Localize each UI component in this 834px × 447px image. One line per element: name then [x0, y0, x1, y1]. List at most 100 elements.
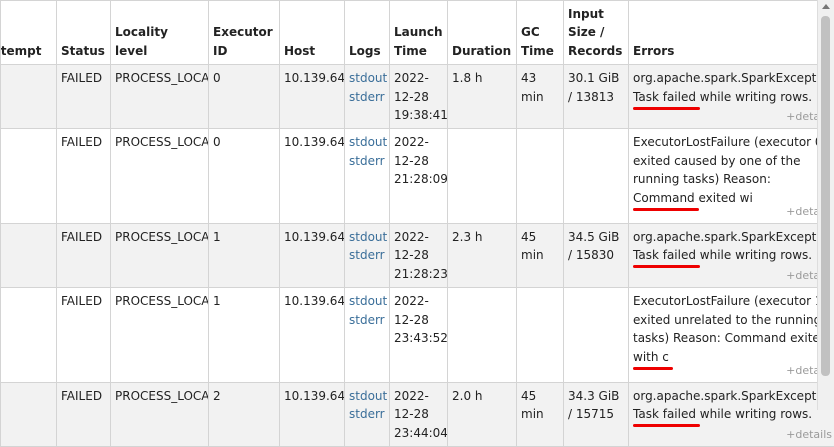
host-cell: 10.139.64.5 [280, 129, 345, 224]
logs-cell: stdoutstderr [345, 288, 390, 383]
header-label: Logs [349, 44, 381, 58]
host-cell: 10.139.64.5 [280, 382, 345, 446]
header-label: Host [284, 44, 315, 58]
tasks-table: ttempt Status Locality level Executor ID… [0, 0, 834, 447]
error-text-part: org.apache.spark.SparkException: [633, 71, 834, 85]
executor-id-cell: 1 [209, 224, 280, 288]
col-header-executor[interactable]: Executor ID [209, 1, 280, 65]
header-label: Input Size / Records [568, 7, 622, 58]
table-row: FAILED PROCESS_LOCAL 1 10.139.64.5 stdou… [1, 224, 834, 288]
scroll-up-icon[interactable] [822, 4, 830, 9]
col-header-logs[interactable]: Logs [345, 1, 390, 65]
error-cell: ExecutorLostFailure (executor 0 exited c… [629, 129, 834, 224]
launch-time-cell: 2022-12-28 23:43:52 [390, 288, 448, 383]
error-highlight: Command [633, 191, 695, 205]
attempt-cell [1, 288, 57, 383]
executor-id-cell: 2 [209, 382, 280, 446]
col-header-host[interactable]: Host [280, 1, 345, 65]
attempt-cell [1, 65, 57, 129]
gc-time-cell [517, 288, 564, 383]
locality-cell: PROCESS_LOCAL [111, 65, 209, 129]
error-text-part: while writing rows. [696, 248, 812, 262]
col-header-launch-time[interactable]: Launch Time [390, 1, 448, 65]
duration-cell: 2.0 h [448, 382, 517, 446]
col-header-locality[interactable]: Locality level [111, 1, 209, 65]
header-label: Status [61, 44, 105, 58]
stderr-link[interactable]: stderr [349, 246, 385, 264]
header-label: Errors [633, 44, 674, 58]
error-highlight: Task failed [633, 90, 696, 104]
input-cell: 30.1 GiB / 13813 [564, 65, 629, 129]
attempt-cell [1, 382, 57, 446]
gc-time-cell: 43 min [517, 65, 564, 129]
locality-cell: PROCESS_LOCAL [111, 224, 209, 288]
stdout-link[interactable]: stdout [349, 228, 385, 246]
status-cell: FAILED [57, 382, 111, 446]
logs-cell: stdoutstderr [345, 224, 390, 288]
logs-cell: stdoutstderr [345, 382, 390, 446]
col-header-gc-time[interactable]: GC Time [517, 1, 564, 65]
locality-cell: PROCESS_LOCAL [111, 129, 209, 224]
launch-time-cell: 2022-12-28 19:38:41 [390, 65, 448, 129]
scrollbar-thumb[interactable] [821, 16, 830, 376]
error-text-part: ExecutorLostFailure (executor 0 exited c… [633, 135, 823, 186]
table-row: FAILED PROCESS_LOCAL 2 10.139.64.5 stdou… [1, 382, 834, 446]
host-cell: 10.139.64.5 [280, 65, 345, 129]
input-cell [564, 288, 629, 383]
error-text-part: ExecutorLostFailure (executor 1 exited u… [633, 294, 827, 345]
input-cell: 34.3 GiB / 15715 [564, 382, 629, 446]
error-cell: ExecutorLostFailure (executor 1 exited u… [629, 288, 834, 383]
attempt-cell [1, 129, 57, 224]
error-highlight: Task failed [633, 248, 696, 262]
stderr-link[interactable]: stderr [349, 405, 385, 423]
input-cell: 34.5 GiB / 15830 [564, 224, 629, 288]
col-header-errors[interactable]: Errors▲ [629, 1, 834, 65]
launch-time-cell: 2022-12-28 21:28:09 [390, 129, 448, 224]
input-cell [564, 129, 629, 224]
col-header-attempt[interactable]: ttempt [1, 1, 57, 65]
header-label: Duration [452, 44, 511, 58]
error-text-part: while writing rows. [696, 90, 812, 104]
stderr-link[interactable]: stderr [349, 311, 385, 329]
header-label: ttempt [1, 44, 42, 58]
table-row: FAILED PROCESS_LOCAL 0 10.139.64.5 stdou… [1, 65, 834, 129]
error-highlight: with c [633, 350, 669, 364]
header-label: Executor ID [213, 25, 273, 57]
status-cell: FAILED [57, 288, 111, 383]
col-header-input[interactable]: Input Size / Records [564, 1, 629, 65]
locality-cell: PROCESS_LOCAL [111, 288, 209, 383]
error-cell: org.apache.spark.SparkException: Task fa… [629, 382, 834, 446]
stderr-link[interactable]: stderr [349, 152, 385, 170]
host-cell: 10.139.64.5 [280, 288, 345, 383]
executor-id-cell: 1 [209, 288, 280, 383]
error-cell: org.apache.spark.SparkException: Task fa… [629, 65, 834, 129]
col-header-status[interactable]: Status [57, 1, 111, 65]
executor-id-cell: 0 [209, 65, 280, 129]
details-toggle[interactable]: +details [786, 426, 832, 444]
gc-time-cell [517, 129, 564, 224]
vertical-scrollbar[interactable] [817, 0, 834, 410]
executor-id-cell: 0 [209, 129, 280, 224]
col-header-duration[interactable]: Duration [448, 1, 517, 65]
gc-time-cell: 45 min [517, 224, 564, 288]
stderr-link[interactable]: stderr [349, 88, 385, 106]
error-highlight: Task failed [633, 407, 696, 421]
duration-cell: 2.3 h [448, 224, 517, 288]
header-label: Launch Time [394, 25, 443, 57]
status-cell: FAILED [57, 224, 111, 288]
stdout-link[interactable]: stdout [349, 387, 385, 405]
error-text-part: exited wi [695, 191, 753, 205]
table-row: FAILED PROCESS_LOCAL 0 10.139.64.5 stdou… [1, 129, 834, 224]
duration-cell [448, 129, 517, 224]
error-text-part: org.apache.spark.SparkException: [633, 230, 834, 244]
stdout-link[interactable]: stdout [349, 69, 385, 87]
locality-cell: PROCESS_LOCAL [111, 382, 209, 446]
stdout-link[interactable]: stdout [349, 133, 385, 151]
stdout-link[interactable]: stdout [349, 292, 385, 310]
gc-time-cell: 45 min [517, 382, 564, 446]
launch-time-cell: 2022-12-28 23:44:04 [390, 382, 448, 446]
duration-cell: 1.8 h [448, 65, 517, 129]
header-label: GC Time [521, 25, 554, 57]
header-label: Locality level [115, 25, 168, 57]
logs-cell: stdoutstderr [345, 65, 390, 129]
